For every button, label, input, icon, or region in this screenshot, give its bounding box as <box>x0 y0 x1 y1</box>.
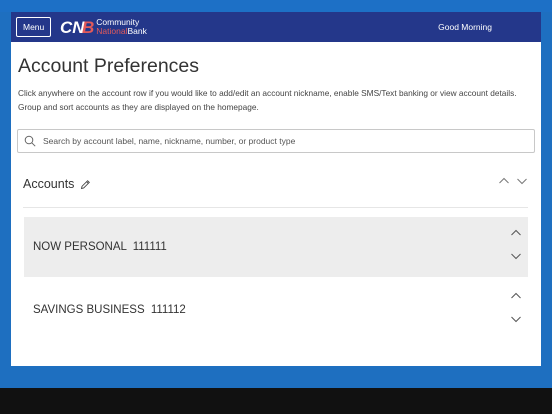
accounts-section-header: Accounts <box>23 172 528 196</box>
bank-logo[interactable]: CN B Community NationalBank <box>60 16 147 38</box>
account-label: NOW PERSONAL 111111 <box>33 241 167 253</box>
account-number: 111111 <box>132 241 167 253</box>
chevron-up-icon[interactable] <box>498 176 510 186</box>
chevron-down-icon[interactable] <box>510 314 522 324</box>
search-icon <box>24 135 36 147</box>
chevron-down-icon[interactable] <box>510 251 522 261</box>
top-frame-strip <box>0 0 552 12</box>
main-panel: Menu CN B Community NationalBank Good Mo… <box>11 12 541 366</box>
greeting-text: Good Morning <box>438 22 492 32</box>
account-number: 111112 <box>150 304 186 316</box>
account-label: SAVINGS BUSINESS 111112 <box>33 304 186 316</box>
search-input[interactable] <box>43 136 523 146</box>
accounts-sort-controls <box>498 176 528 186</box>
page-title: Account Preferences <box>18 55 200 77</box>
chevron-up-icon[interactable] <box>510 291 522 301</box>
account-name: SAVINGS BUSINESS <box>33 304 145 316</box>
accounts-title: Accounts <box>23 177 75 191</box>
pencil-icon[interactable] <box>80 179 91 190</box>
top-navbar: Menu CN B Community NationalBank Good Mo… <box>11 12 541 42</box>
logo-line-national-bank: NationalBank <box>96 26 147 36</box>
bottom-bar <box>0 388 552 414</box>
section-divider <box>23 207 528 208</box>
row-sort-controls <box>508 291 528 331</box>
chevron-down-icon[interactable] <box>516 176 528 186</box>
account-name: NOW PERSONAL <box>33 241 127 253</box>
account-row[interactable]: SAVINGS BUSINESS 111112 <box>24 280 528 340</box>
logo-wordmark: Community NationalBank <box>96 18 147 36</box>
menu-button[interactable]: Menu <box>16 17 52 37</box>
page-description: Click anywhere on the account row if you… <box>18 88 517 112</box>
row-sort-controls <box>508 228 528 268</box>
svg-text:B: B <box>82 18 94 37</box>
cnb-logo-mark: CN B <box>60 18 94 37</box>
chevron-up-icon[interactable] <box>510 228 522 238</box>
search-box[interactable] <box>17 129 535 153</box>
account-row[interactable]: NOW PERSONAL 111111 <box>24 217 528 277</box>
